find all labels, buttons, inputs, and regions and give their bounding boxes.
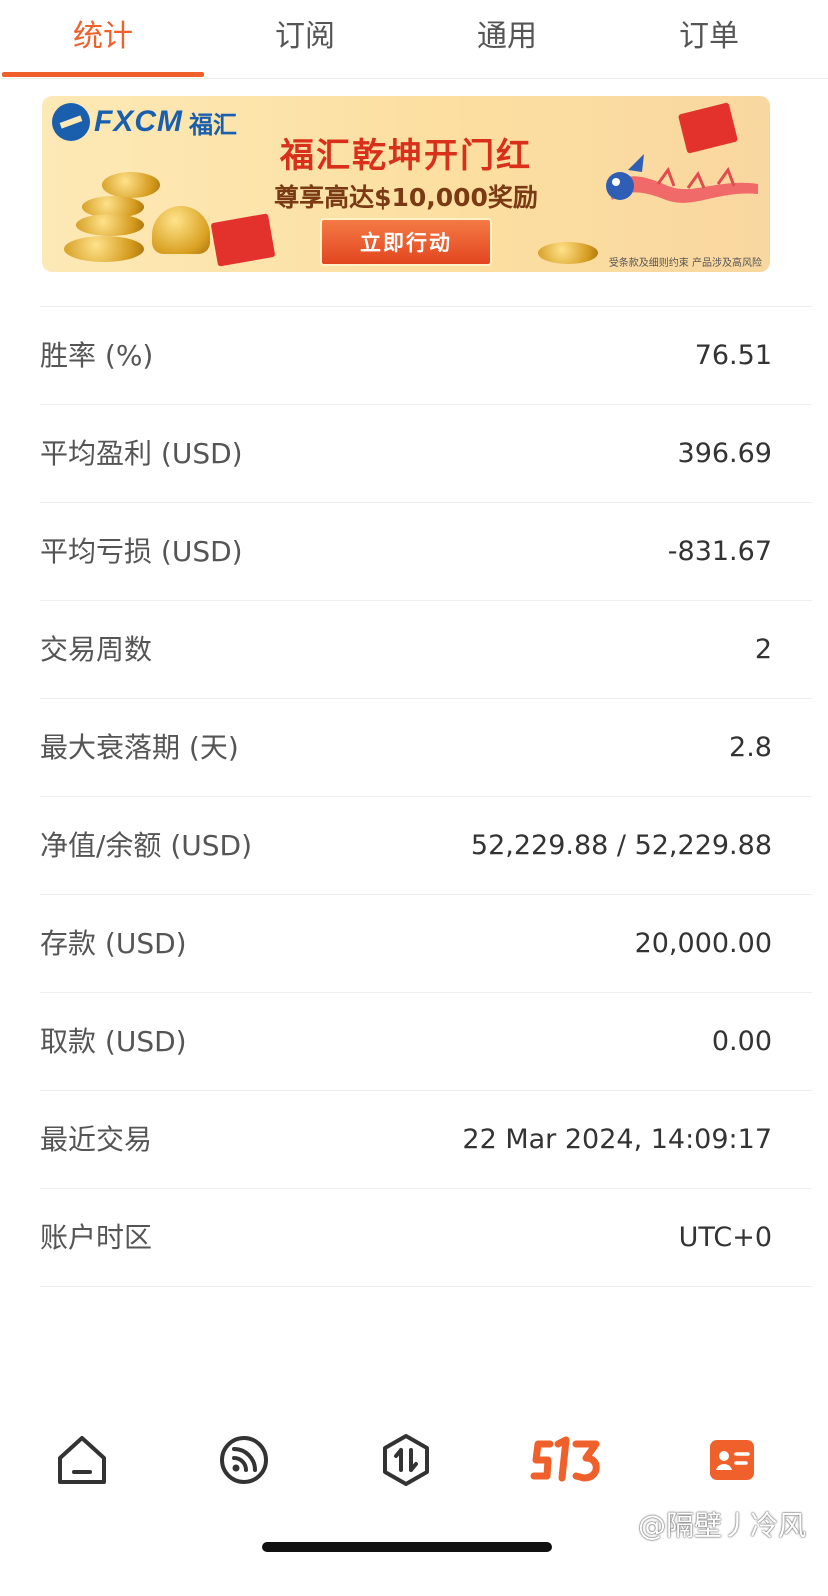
banner-action-button[interactable]: 立即行动 [320,218,492,266]
gold-coin-icon [538,242,598,264]
top-tab-bar: 统计 订阅 通用 订单 [0,0,828,79]
home-indicator[interactable] [262,1542,552,1552]
stat-value: 76.51 [694,340,772,371]
stat-label: 账户时区 [40,1221,153,1254]
stat-label: 平均盈利 (USD) [40,437,243,470]
statistics-list: 胜率 (%) 76.51 平均盈利 (USD) 396.69 平均亏损 (USD… [40,306,812,1287]
home-icon[interactable] [52,1430,112,1490]
banner-title: 福汇乾坤开门红 [280,136,532,176]
stat-value: UTC+0 [678,1222,772,1253]
stat-label: 平均亏损 (USD) [40,535,243,568]
stat-value: 20,000.00 [634,928,772,959]
stat-row-account-timezone: 账户时区 UTC+0 [40,1189,812,1287]
stat-label: 取款 (USD) [40,1025,187,1058]
stat-value: 2 [754,634,772,665]
stat-label: 净值/余额 (USD) [40,829,253,862]
stat-row-deposits: 存款 (USD) 20,000.00 [40,895,812,993]
stat-row-equity-balance: 净值/余额 (USD) 52,229.88 / 52,229.88 [40,797,812,895]
profile-card-icon[interactable] [702,1430,762,1490]
stat-value: 22 Mar 2024, 14:09:17 [462,1124,772,1155]
gold-coin-icon [76,214,144,236]
s13-logo-icon[interactable] [530,1430,606,1490]
feed-icon[interactable] [214,1430,274,1490]
gold-coin-icon [64,236,144,262]
trade-icon[interactable] [376,1430,436,1490]
active-tab-indicator [2,72,204,77]
stat-label: 最近交易 [40,1123,153,1156]
stat-value: -831.67 [667,536,772,567]
stat-value: 0.00 [711,1026,772,1057]
tab-subscription[interactable]: 订阅 [204,0,406,78]
tab-statistics[interactable]: 统计 [2,0,204,78]
ad-banner[interactable]: FXCM 福汇 福汇乾坤开门红 尊享高达$10,000奖励 立即行动 受条款及细… [42,96,770,272]
watermark-text: @隔壁丿冷风 [637,1509,806,1542]
banner-disclaimer: 受条款及细则约束 产品涉及高风险 [608,258,762,269]
tab-general[interactable]: 通用 [406,0,608,78]
stat-value: 52,229.88 / 52,229.88 [470,830,772,861]
stat-label: 存款 (USD) [40,927,187,960]
stat-value: 2.8 [729,732,772,763]
stat-row-last-trade: 最近交易 22 Mar 2024, 14:09:17 [40,1091,812,1189]
bottom-navigation [0,1408,828,1508]
stat-row-trading-weeks: 交易周数 2 [40,601,812,699]
stat-value: 396.69 [677,438,772,469]
stat-label: 胜率 (%) [40,339,154,372]
banner-subtitle: 尊享高达$10,000奖励 [274,183,538,212]
stat-label: 交易周数 [40,633,153,666]
stat-row-withdrawals: 取款 (USD) 0.00 [40,993,812,1091]
stat-label: 最大衰落期 (天) [40,731,239,764]
stat-row-avg-profit: 平均盈利 (USD) 396.69 [40,405,812,503]
stat-row-max-drawdown-period: 最大衰落期 (天) 2.8 [40,699,812,797]
stat-row-avg-loss: 平均亏损 (USD) -831.67 [40,503,812,601]
stat-row-win-rate: 胜率 (%) 76.51 [40,307,812,405]
tab-orders[interactable]: 订单 [608,0,810,78]
red-envelope-icon [210,213,276,267]
